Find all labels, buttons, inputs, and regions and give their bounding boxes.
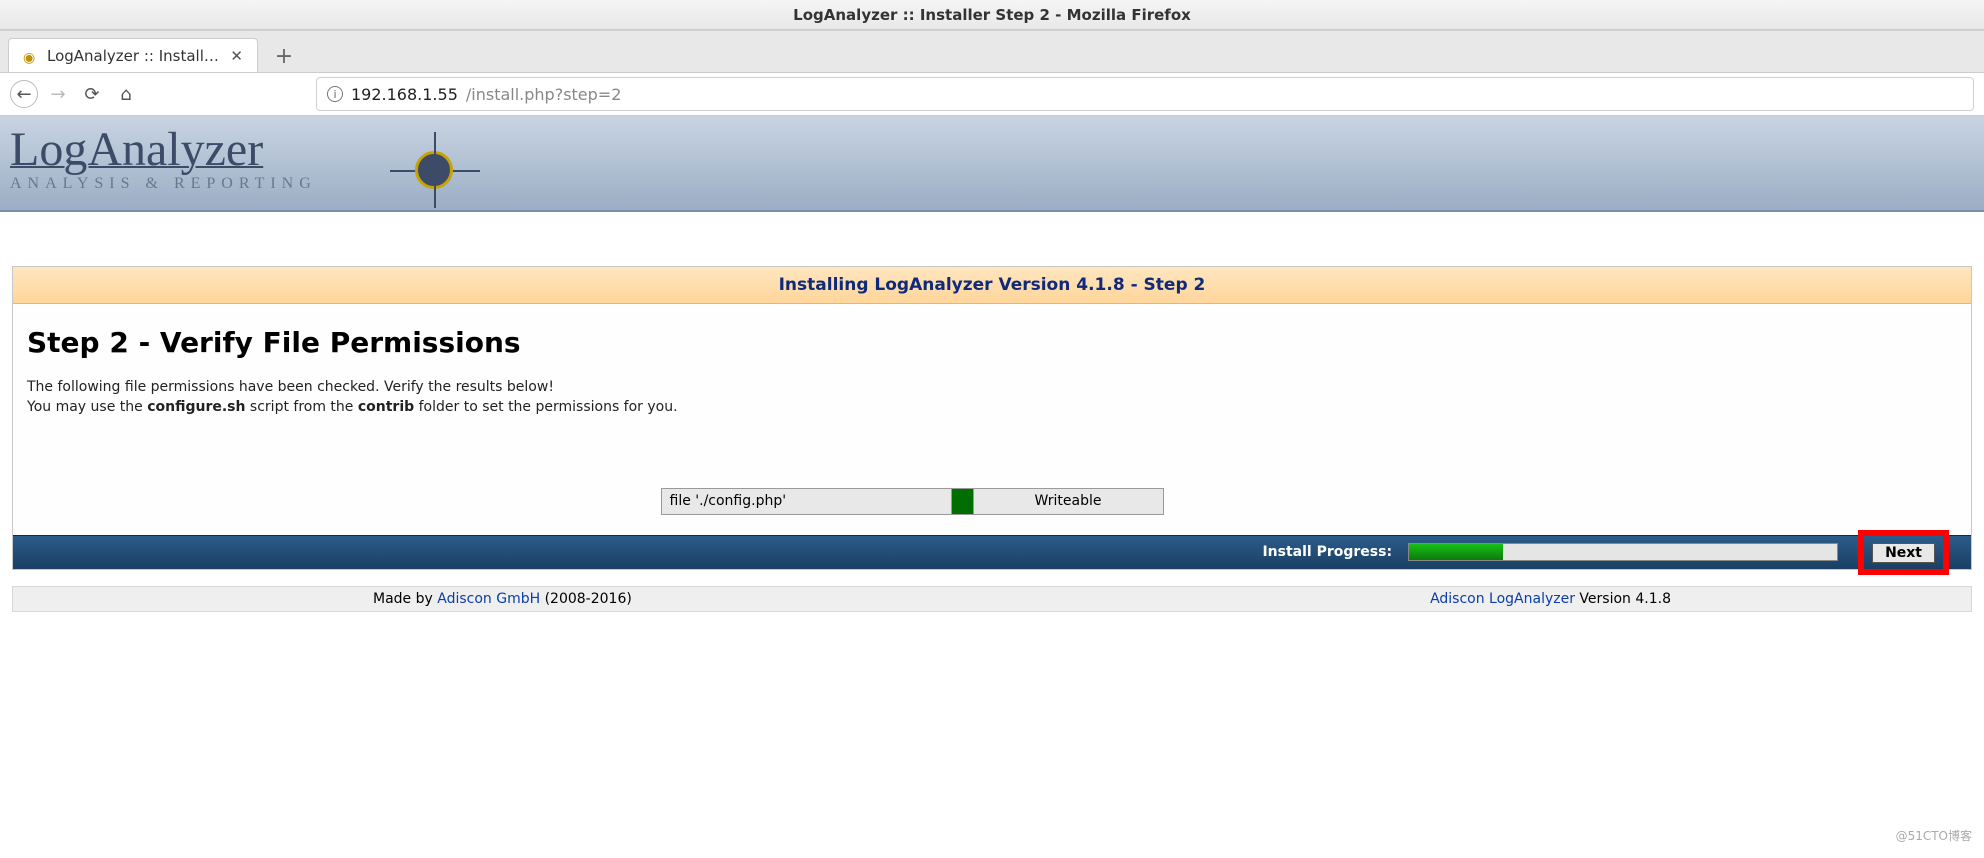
desc-part: script from the — [245, 399, 357, 415]
url-host: 192.168.1.55 — [351, 85, 458, 104]
page-footer: Made by Adiscon GmbH (2008-2016) Adiscon… — [12, 586, 1972, 612]
site-info-icon[interactable]: i — [327, 86, 343, 102]
install-progress-bar: Install Progress: Next — [13, 535, 1971, 569]
url-path: /install.php?step=2 — [466, 85, 622, 104]
footer-adiscon-link[interactable]: Adiscon GmbH — [437, 591, 540, 607]
window-title: LogAnalyzer :: Installer Step 2 - Mozill… — [793, 6, 1191, 24]
window-titlebar: LogAnalyzer :: Installer Step 2 - Mozill… — [0, 0, 1984, 30]
file-permission-table: file './config.php' Writeable — [27, 488, 1797, 515]
brand-logo: LogAnalyzer — [10, 116, 1984, 177]
browser-tabstrip: ◉ LogAnalyzer :: Installer St ✕ + — [0, 30, 1984, 72]
footer-right: Adiscon LogAnalyzer Version 4.1.8 — [1022, 587, 1971, 611]
browser-toolbar: ← → ⟳ ⌂ i 192.168.1.55/install.php?step=… — [0, 72, 1984, 116]
progress-label: Install Progress: — [1262, 544, 1392, 560]
desc-line1: The following file permissions have been… — [27, 379, 554, 395]
logo-band: LogAnalyzer ANALYSIS & REPORTING — [0, 116, 1984, 212]
step-title: Step 2 - Verify File Permissions — [27, 326, 1957, 359]
footer-left: Made by Adiscon GmbH (2008-2016) — [13, 587, 1022, 611]
url-bar[interactable]: i 192.168.1.55/install.php?step=2 — [316, 77, 1974, 111]
tab-title: LogAnalyzer :: Installer St — [47, 47, 222, 65]
progress-fill — [1409, 544, 1503, 560]
step-description: The following file permissions have been… — [27, 377, 1957, 418]
desc-folder-name: contrib — [358, 399, 414, 415]
new-tab-button[interactable]: + — [268, 40, 300, 72]
tab-close-icon[interactable]: ✕ — [230, 47, 243, 65]
brand-tagline: ANALYSIS & REPORTING — [10, 175, 1984, 193]
footer-text: Version 4.1.8 — [1575, 591, 1671, 607]
browser-tab[interactable]: ◉ LogAnalyzer :: Installer St ✕ — [8, 38, 258, 72]
crosshair-icon — [408, 144, 462, 198]
installer-panel: Installing LogAnalyzer Version 4.1.8 - S… — [12, 266, 1972, 570]
panel-body: Step 2 - Verify File Permissions The fol… — [13, 304, 1971, 535]
status-text: Writeable — [973, 488, 1163, 514]
footer-text: (2008-2016) — [540, 591, 632, 607]
table-row: file './config.php' Writeable — [661, 488, 1163, 514]
status-indicator — [951, 488, 973, 514]
nav-reload-button[interactable]: ⟳ — [78, 80, 106, 108]
file-name-cell: file './config.php' — [661, 488, 951, 514]
desc-part: folder to set the permissions for you. — [414, 399, 677, 415]
footer-product-link[interactable]: Adiscon LogAnalyzer — [1430, 591, 1575, 607]
nav-forward-button[interactable]: → — [44, 80, 72, 108]
desc-part: You may use the — [27, 399, 147, 415]
desc-script-name: configure.sh — [147, 399, 245, 415]
page-content: LogAnalyzer ANALYSIS & REPORTING Install… — [0, 116, 1984, 612]
next-button-highlight: Next — [1858, 530, 1949, 575]
nav-back-button[interactable]: ← — [10, 80, 38, 108]
tab-favicon: ◉ — [23, 48, 39, 64]
panel-header: Installing LogAnalyzer Version 4.1.8 - S… — [13, 267, 1971, 304]
watermark: @51CTO博客 — [1896, 827, 1972, 844]
nav-home-button[interactable]: ⌂ — [112, 80, 140, 108]
next-button[interactable]: Next — [1872, 543, 1935, 563]
progress-track — [1408, 543, 1838, 561]
footer-text: Made by — [373, 591, 437, 607]
